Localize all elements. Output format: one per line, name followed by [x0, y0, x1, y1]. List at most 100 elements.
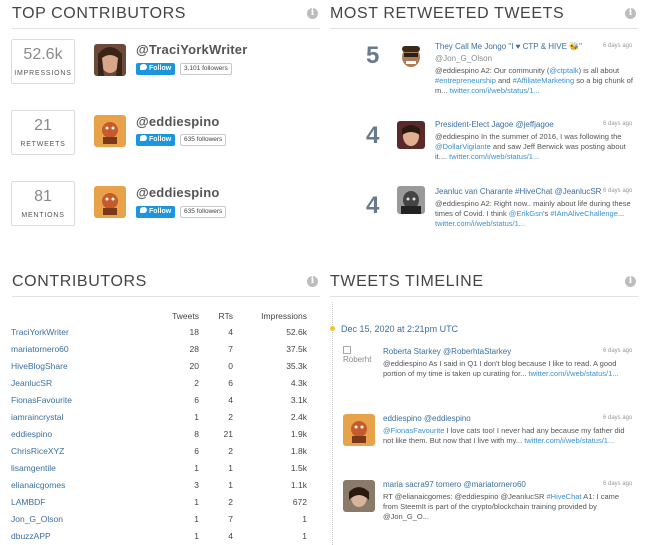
stat-value: 52.6k — [23, 46, 63, 63]
tweets-count: 6 — [194, 445, 199, 456]
contributor-name[interactable]: elianaicgomes — [11, 476, 131, 493]
timeline-dot — [330, 326, 335, 331]
author-handle: @jeffjagoe — [515, 120, 554, 129]
tweet-time: 6 days ago — [603, 121, 633, 127]
rts-count: 7 — [228, 513, 233, 524]
table-row: lisamgentile 1 1 1.5k — [11, 459, 307, 476]
contributor-name[interactable]: JeanlucSR — [11, 374, 131, 391]
tweets-count: 1 — [194, 530, 199, 541]
table-row: JeanlucSR 2 6 4.3k — [11, 374, 307, 391]
tweet-time: 6 days ago — [603, 348, 633, 354]
info-icon[interactable]: i — [307, 276, 318, 287]
contributor-name[interactable]: iamraincrystal — [11, 408, 131, 425]
tweet-text: @eddiespino A2: Our community (@ctptalk)… — [435, 66, 633, 97]
impressions-stat: 52.6k IMPRESSIONS — [11, 39, 75, 84]
tweet-text-part: ... — [617, 209, 625, 219]
tweets-count: 28 — [189, 343, 199, 354]
contributor-handle[interactable]: @eddiespino — [136, 114, 220, 129]
info-icon[interactable]: i — [307, 8, 318, 19]
rts-count: 0 — [228, 360, 233, 371]
column-header-rts[interactable]: RTs — [199, 308, 234, 323]
impressions-count: 37.5k — [286, 343, 307, 354]
tweet-url-link[interactable]: twitter.com/i/web/status/1... — [435, 219, 525, 228]
contributors-title: CONTRIBUTORS — [12, 273, 147, 290]
mention-link[interactable]: @ctptalk — [549, 66, 578, 75]
tweet-time: 6 days ago — [603, 481, 633, 487]
avatar[interactable] — [397, 186, 425, 214]
avatar[interactable] — [397, 41, 425, 69]
info-icon[interactable]: i — [625, 8, 636, 19]
avatar[interactable] — [397, 121, 425, 149]
tweet-author-name[interactable]: Roberta Starkey @RoberhtaStarkey — [383, 347, 511, 356]
tweet-author-name[interactable]: They Call Me Jongo "I ♥ CTP & HIVE 🐝" — [435, 42, 582, 51]
tweet-text-part: RT @elianaicgomes: @eddiespino @JeanlucS… — [383, 492, 547, 501]
hashtag-link[interactable]: #AffiliateMarketing — [513, 76, 575, 85]
hashtag-link[interactable]: #IAmAliveChallenge — [550, 209, 618, 218]
avatar[interactable] — [343, 414, 375, 446]
contributor-name[interactable]: dbuzzAPP — [11, 527, 131, 544]
contributor-name[interactable]: lisamgentile — [11, 459, 131, 476]
twitter-bird-icon — [140, 64, 147, 70]
column-header-tweets[interactable]: Tweets — [131, 308, 199, 323]
tweets-count: 1 — [194, 462, 199, 473]
tweets-timeline-panel: TWEETS TIMELINE i Dec 15, 2020 at 2:21pm… — [330, 268, 650, 545]
tweets-count: 1 — [194, 411, 199, 422]
tweet-url-link[interactable]: twitter.com/i/web/status/1... — [450, 86, 540, 95]
tweet-text: @FionasFavourite I love cats too! I neve… — [383, 426, 633, 446]
contributor-handle[interactable]: @TraciYorkWriter — [136, 42, 248, 57]
table-row: mariatornero60 28 7 37.5k — [11, 340, 307, 357]
impressions-count: 4.3k — [290, 377, 307, 388]
contributors-panel: CONTRIBUTORS i Tweets RTs Impressions Tr… — [0, 268, 320, 545]
info-icon[interactable]: i — [625, 276, 636, 287]
stat-label: MENTIONS — [21, 212, 65, 219]
contributor-name[interactable]: TraciYorkWriter — [11, 323, 131, 340]
timeline-line — [332, 302, 333, 545]
tweet-author-name[interactable]: maria sacra97 tornero @mariatornero60 — [383, 480, 526, 489]
author-name: President-Elect Jagoe — [435, 120, 514, 129]
hashtag-link[interactable]: #entrepreneurship — [435, 76, 496, 85]
contributor-name[interactable]: eddiespino — [11, 425, 131, 442]
tweets-count: 8 — [194, 428, 199, 439]
avatar[interactable] — [343, 480, 375, 512]
contributor-name[interactable]: mariatornero60 — [11, 340, 131, 357]
impressions-count: 1 — [302, 513, 307, 524]
table-row: LAMBDF 1 2 672 — [11, 493, 307, 510]
avatar[interactable] — [94, 115, 126, 147]
contributor-name[interactable]: LAMBDF — [11, 493, 131, 510]
contributor-handle[interactable]: @eddiespino — [136, 185, 220, 200]
avatar[interactable]: Roberht — [343, 346, 375, 364]
mention-link[interactable]: @ErikGsn — [509, 209, 543, 218]
rts-count: 21 — [223, 428, 233, 439]
tweet-url-link[interactable]: twitter.com/i/web/status/1... — [524, 436, 614, 445]
tweet-author-name[interactable]: eddiespino @eddiespino — [383, 414, 471, 423]
contributors-table: Tweets RTs Impressions TraciYorkWriter 1 8… — [11, 308, 307, 544]
tweet-text-part: @eddiespino A2: Our community ( — [435, 66, 550, 75]
hashtag-link[interactable]: #HiveChat — [546, 492, 581, 501]
follow-button[interactable]: Follow — [136, 206, 176, 218]
rts-count: 4 — [228, 530, 233, 541]
tweets-count: 1 — [194, 496, 199, 507]
contributor-name[interactable]: Jon_G_Olson — [11, 510, 131, 527]
tweet-author-name[interactable]: President-Elect Jagoe @jeffjagoe — [435, 120, 554, 129]
follow-button[interactable]: Follow — [136, 63, 176, 75]
follow-button[interactable]: Follow — [136, 134, 176, 146]
stat-label: RETWEETS — [20, 141, 66, 148]
tweet-url-link[interactable]: twitter.com/i/web/status/1... — [529, 369, 619, 378]
tweet-time: 6 days ago — [603, 415, 633, 421]
contributor-name[interactable]: HiveBlogShare — [11, 357, 131, 374]
rts-count: 4 — [228, 394, 233, 405]
mention-link[interactable]: @DollarVigilante — [435, 142, 491, 151]
tweet-author-name[interactable]: Jeanluc van Charante #HiveChat @JeanlucS… — [435, 187, 601, 196]
twitter-bird-icon — [140, 135, 147, 141]
contributor-name[interactable]: FionasFavourite — [11, 391, 131, 408]
avatar[interactable] — [94, 44, 126, 76]
tweet-author-handle[interactable]: @Jon_G_Olson — [435, 54, 492, 63]
divider — [12, 296, 320, 297]
tweet-url-link[interactable]: twitter.com/i/web/status/1... — [449, 152, 539, 161]
contributor-name[interactable]: ChrisRiceXYZ — [11, 442, 131, 459]
tweet-time: 6 days ago — [603, 188, 633, 194]
avatar[interactable] — [94, 186, 126, 218]
mention-link[interactable]: @FionasFavourite — [383, 426, 444, 435]
column-header-impressions[interactable]: Impressions — [233, 308, 307, 323]
impressions-count: 1.5k — [290, 462, 307, 473]
